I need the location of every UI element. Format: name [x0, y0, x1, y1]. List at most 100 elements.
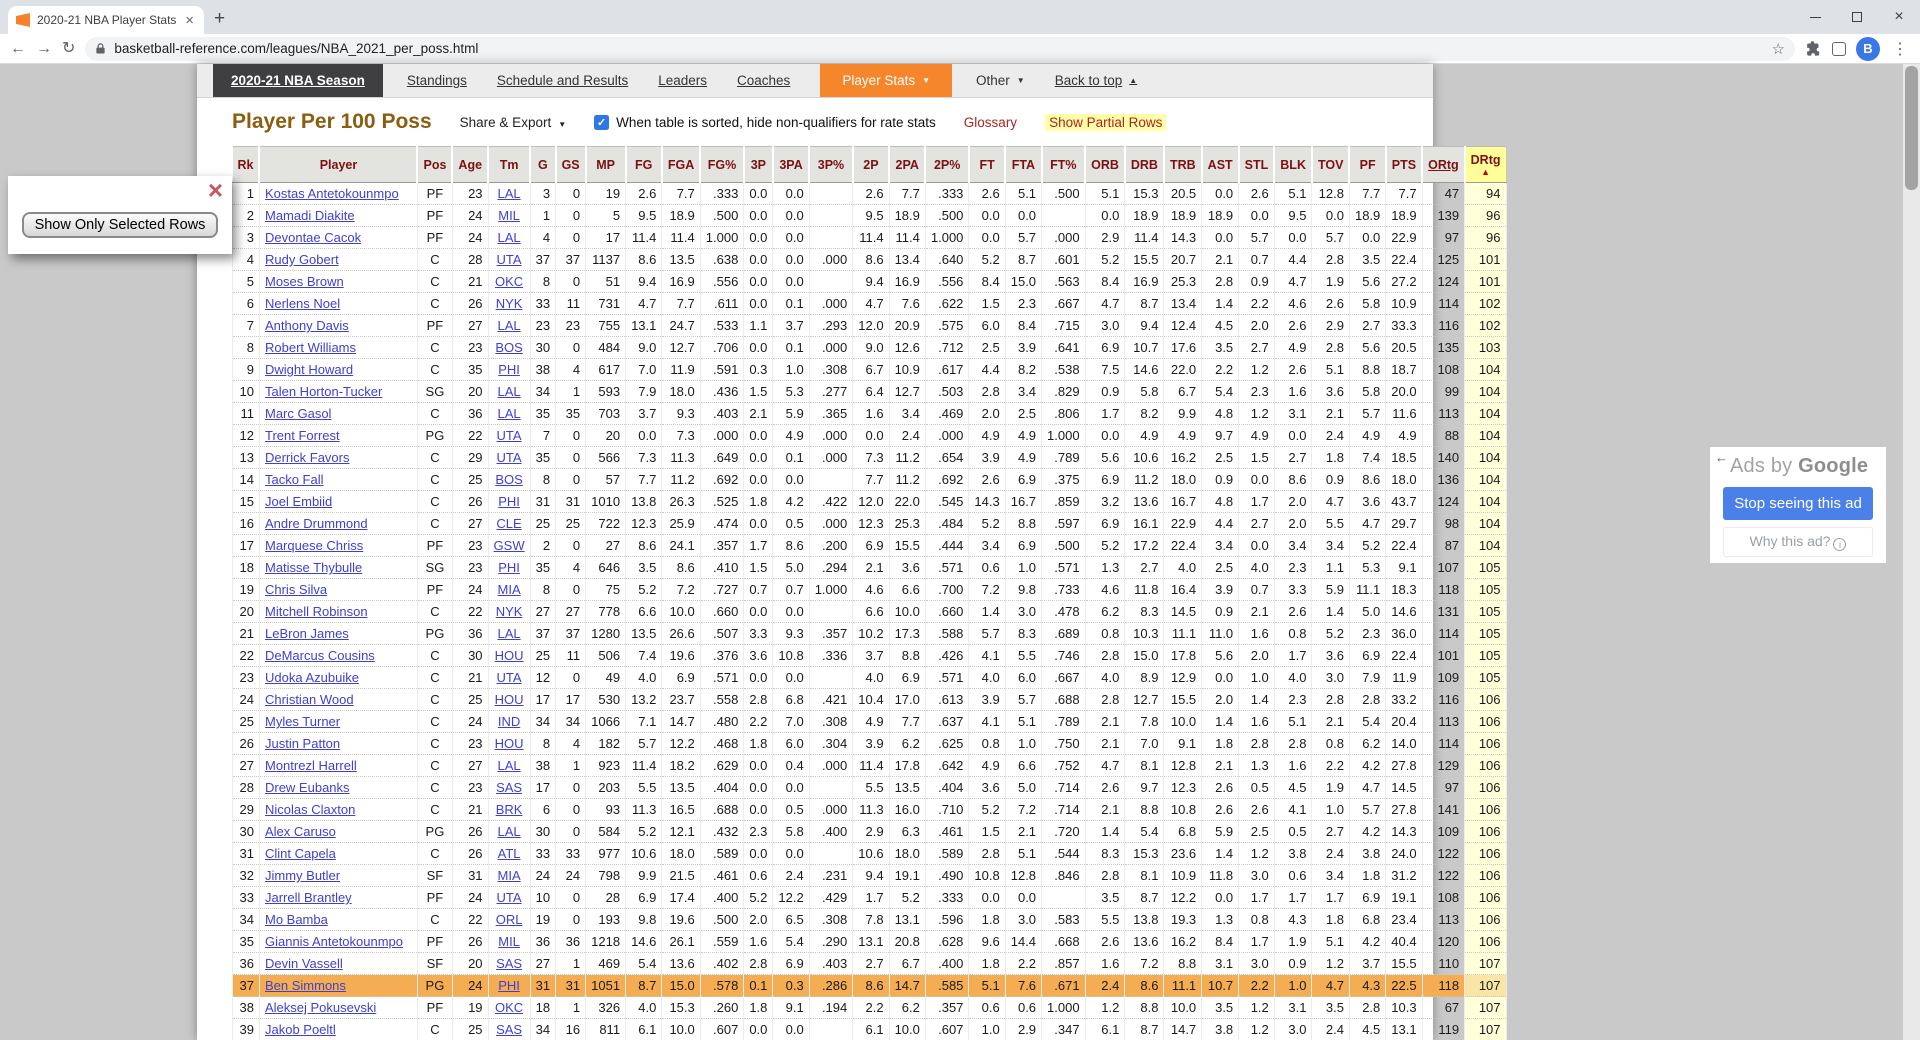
page-scrollbar[interactable] — [1903, 64, 1920, 1040]
team-link[interactable]: UTA — [497, 428, 522, 443]
team-link[interactable]: MIA — [498, 868, 521, 883]
col-ftpct[interactable]: FT% — [1042, 147, 1086, 183]
team-link[interactable]: NYK — [496, 296, 523, 311]
new-tab-button[interactable]: + — [214, 8, 225, 30]
team-link[interactable]: PHI — [498, 494, 520, 509]
why-this-ad-button[interactable]: Why this ad?i — [1723, 527, 1873, 557]
menu-kebab-icon[interactable]: ⋮ — [1890, 39, 1910, 59]
player-link[interactable]: LeBron James — [265, 626, 349, 641]
extensions-puzzle-icon[interactable] — [1805, 40, 1822, 57]
col-pf[interactable]: PF — [1349, 147, 1385, 183]
col-drb[interactable]: DRB — [1125, 147, 1164, 183]
player-link[interactable]: Drew Eubanks — [265, 780, 350, 795]
team-link[interactable]: GSW — [494, 538, 525, 553]
team-link[interactable]: IND — [498, 714, 520, 729]
nav-item-other[interactable]: Other▼ — [976, 64, 1025, 97]
team-link[interactable]: NYK — [496, 604, 523, 619]
scrollbar-thumb[interactable] — [1905, 66, 1918, 190]
team-link[interactable]: LAL — [498, 318, 521, 333]
team-link[interactable]: LAL — [498, 384, 521, 399]
player-link[interactable]: Mo Bamba — [265, 912, 328, 927]
player-link[interactable]: Ben Simmons — [265, 978, 346, 993]
col-fg[interactable]: FG — [626, 147, 662, 183]
team-link[interactable]: LAL — [498, 186, 521, 201]
team-link[interactable]: MIL — [498, 934, 520, 949]
col-orb[interactable]: ORB — [1085, 147, 1125, 183]
extension-icon[interactable] — [1832, 42, 1846, 56]
tab-close-icon[interactable]: × — [183, 13, 196, 28]
col-fgpct[interactable]: FG% — [700, 147, 744, 183]
player-link[interactable]: Jakob Poeltl — [265, 1022, 336, 1037]
player-link[interactable]: Udoka Azubuike — [265, 670, 359, 685]
player-link[interactable]: Clint Capela — [265, 846, 336, 861]
window-minimize-button[interactable] — [1794, 0, 1836, 34]
player-link[interactable]: Jimmy Butler — [265, 868, 340, 883]
player-link[interactable]: Montrezl Harrell — [265, 758, 357, 773]
col-2ppct[interactable]: 2P% — [925, 147, 969, 183]
team-link[interactable]: SAS — [496, 956, 522, 971]
col-trb[interactable]: TRB — [1164, 147, 1202, 183]
team-link[interactable]: BRK — [496, 802, 523, 817]
player-link[interactable]: Andre Drummond — [265, 516, 368, 531]
player-link[interactable]: Jarrell Brantley — [265, 890, 352, 905]
player-link[interactable]: Devontae Cacok — [265, 230, 361, 245]
player-link[interactable]: Aleksej Pokusevski — [265, 1000, 376, 1015]
col-2pa[interactable]: 2PA — [889, 147, 925, 183]
col-fga[interactable]: FGA — [662, 147, 700, 183]
player-link[interactable]: Tacko Fall — [265, 472, 324, 487]
team-link[interactable]: PHI — [498, 560, 520, 575]
window-maximize-button[interactable] — [1836, 0, 1878, 34]
col-gs[interactable]: GS — [556, 147, 586, 183]
player-link[interactable]: Matisse Thybulle — [265, 560, 362, 575]
ad-back-arrow-icon[interactable]: ← — [1715, 450, 1728, 465]
forward-icon[interactable]: → — [36, 41, 52, 57]
player-link[interactable]: Giannis Antetokounmpo — [265, 934, 403, 949]
team-link[interactable]: SAS — [496, 780, 522, 795]
player-link[interactable]: Justin Patton — [265, 736, 340, 751]
player-link[interactable]: Trent Forrest — [265, 428, 340, 443]
team-link[interactable]: BOS — [495, 472, 522, 487]
player-link[interactable]: Nerlens Noel — [265, 296, 340, 311]
player-link[interactable]: Nicolas Claxton — [265, 802, 355, 817]
col-pos[interactable]: Pos — [417, 147, 452, 183]
player-link[interactable]: Kostas Antetokounmpo — [265, 186, 399, 201]
col-g[interactable]: G — [530, 147, 555, 183]
team-link[interactable]: BOS — [495, 340, 522, 355]
team-link[interactable]: UTA — [497, 890, 522, 905]
team-link[interactable]: OKC — [495, 1000, 523, 1015]
col-ortg[interactable]: ORtg — [1422, 147, 1465, 183]
team-link[interactable]: OKC — [495, 274, 523, 289]
col-blk[interactable]: BLK — [1274, 147, 1312, 183]
player-link[interactable]: DeMarcus Cousins — [265, 648, 375, 663]
col-3pa[interactable]: 3PA — [773, 147, 809, 183]
stop-seeing-ad-button[interactable]: Stop seeing this ad — [1723, 487, 1873, 520]
col-drtg[interactable]: DRtg▲ — [1465, 147, 1506, 183]
team-link[interactable]: LAL — [498, 824, 521, 839]
player-link[interactable]: Mitchell Robinson — [265, 604, 368, 619]
back-icon[interactable]: ← — [10, 41, 26, 57]
player-link[interactable]: Marc Gasol — [265, 406, 331, 421]
bookmark-star-icon[interactable]: ☆ — [1772, 40, 1785, 58]
col-fta[interactable]: FTA — [1005, 147, 1041, 183]
col-tov[interactable]: TOV — [1312, 147, 1349, 183]
nav-item-2020-21-nba-season[interactable]: 2020-21 NBA Season — [213, 64, 383, 97]
reload-icon[interactable]: ↻ — [62, 41, 75, 57]
team-link[interactable]: MIL — [498, 208, 520, 223]
player-link[interactable]: Robert Williams — [265, 340, 356, 355]
team-link[interactable]: CLE — [496, 516, 521, 531]
col-3p[interactable]: 3P — [744, 147, 773, 183]
browser-tab[interactable]: 2020-21 NBA Player Stats: Per 10 × — [8, 6, 204, 34]
team-link[interactable]: UTA — [497, 670, 522, 685]
nav-item-schedule-and-results[interactable]: Schedule and Results — [497, 64, 628, 97]
nav-item-player-stats[interactable]: Player Stats▼ — [820, 64, 952, 97]
team-link[interactable]: UTA — [497, 252, 522, 267]
nav-item-coaches[interactable]: Coaches — [737, 64, 790, 97]
player-link[interactable]: Talen Horton-Tucker — [265, 384, 382, 399]
col-ft[interactable]: FT — [969, 147, 1005, 183]
team-link[interactable]: SAS — [496, 1022, 522, 1037]
address-bar[interactable]: basketball-reference.com/leagues/NBA_202… — [85, 37, 1795, 61]
team-link[interactable]: LAL — [498, 406, 521, 421]
player-link[interactable]: Derrick Favors — [265, 450, 350, 465]
col-age[interactable]: Age — [452, 147, 488, 183]
team-link[interactable]: LAL — [498, 758, 521, 773]
